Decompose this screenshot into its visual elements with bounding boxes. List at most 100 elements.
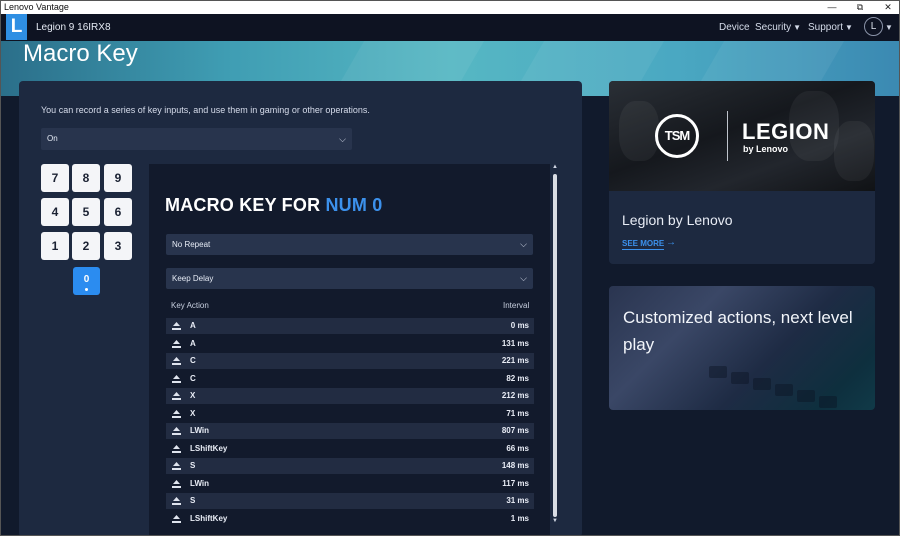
page-description: You can record a series of key inputs, a…	[41, 105, 370, 115]
key-action-name: A	[190, 321, 196, 330]
avatar[interactable]: L	[864, 17, 883, 36]
macro-action-row[interactable]: S 31 ms	[166, 493, 534, 509]
delay-dropdown[interactable]: Keep Delay ⌵	[166, 268, 533, 289]
keyboard-key-shape	[731, 372, 749, 384]
esports-team-image: TSM LEGION by Lenovo	[609, 81, 875, 191]
key-action-name: LShiftKey	[190, 513, 228, 523]
key-interval: 71 ms	[506, 408, 529, 418]
macro-action-row[interactable]: LWin 807 ms	[166, 423, 534, 439]
key-7[interactable]: 7	[41, 164, 69, 192]
close-button[interactable]: ✕	[875, 1, 899, 14]
key-9[interactable]: 9	[104, 164, 132, 192]
repeat-dropdown[interactable]: No Repeat ⌵	[166, 234, 533, 255]
macro-state-dropdown[interactable]: On ⌵	[41, 128, 352, 150]
chevron-down-icon: ⌵	[339, 134, 346, 144]
player-silhouette	[619, 101, 659, 161]
key-press-icon	[172, 479, 181, 488]
key-interval: 82 ms	[506, 373, 529, 383]
nav-security[interactable]: Security ▼	[755, 14, 801, 41]
key-press-icon	[172, 357, 181, 365]
macro-action-row[interactable]: S 148 ms	[166, 458, 534, 474]
key-interval: 1 ms	[510, 513, 529, 523]
keyboard-key-shape	[819, 396, 837, 408]
device-name: Legion 9 16IRX8	[36, 22, 111, 33]
delay-value: Keep Delay	[172, 274, 214, 283]
key-6[interactable]: 6	[104, 198, 132, 226]
key-3[interactable]: 3	[104, 232, 132, 260]
key-5[interactable]: 5	[72, 198, 100, 226]
logo-divider	[727, 111, 728, 161]
chevron-down-icon[interactable]: ▼	[885, 14, 893, 41]
key-action-name: LShiftKey	[190, 443, 228, 453]
macro-action-row[interactable]: LShiftKey 1 ms	[166, 511, 534, 527]
key-action-name: S	[190, 496, 196, 505]
key-2[interactable]: 2	[72, 232, 100, 260]
nav-support[interactable]: Support ▼	[808, 14, 853, 41]
key-action-name: A	[190, 338, 196, 348]
key-press-icon	[172, 392, 181, 400]
key-action-name: C	[190, 373, 196, 383]
key-1[interactable]: 1	[41, 232, 69, 260]
promo-title: Customized actions, next level play	[623, 308, 853, 354]
player-silhouette	[834, 121, 874, 181]
legion-promo-card[interactable]: TSM LEGION by Lenovo Legion by Lenovo SE…	[609, 81, 875, 264]
arrow-right-icon[interactable]: →	[666, 237, 676, 248]
macro-action-row[interactable]: A 0 ms	[166, 318, 534, 334]
macro-scrollbar[interactable]: ▲ ▼	[551, 164, 559, 527]
app-window: Lenovo Vantage — ⧉ ✕ Legion 9 16IRX8 Dev…	[0, 0, 900, 536]
key-press-icon	[172, 409, 181, 418]
see-more-link[interactable]: SEE MORE	[622, 239, 665, 250]
nav-support-label: Support	[808, 22, 844, 33]
tsm-logo: TSM	[655, 114, 699, 158]
macro-action-row[interactable]: X 212 ms	[166, 388, 534, 404]
page-title: Macro Key	[23, 40, 138, 67]
chevron-down-icon: ▼	[845, 23, 853, 32]
key-press-icon	[172, 374, 181, 383]
nav-device[interactable]: Device	[719, 14, 750, 41]
key-interval: 212 ms	[501, 391, 529, 400]
nav-security-label: Security	[755, 22, 792, 33]
scrollbar-thumb[interactable]	[553, 174, 557, 517]
scroll-down-icon[interactable]: ▼	[551, 518, 559, 524]
chevron-down-icon: ⌵	[520, 239, 527, 249]
key-interval: 66 ms	[506, 443, 529, 453]
by-lenovo-text: by Lenovo	[743, 144, 789, 154]
scroll-up-icon[interactable]: ▲	[551, 164, 559, 170]
promo-title: Legion by Lenovo	[622, 212, 733, 228]
minimize-button[interactable]: —	[819, 1, 845, 14]
macro-action-row[interactable]: LShiftKey 66 ms	[166, 441, 534, 457]
key-press-icon	[172, 339, 181, 348]
macro-action-row[interactable]: C 82 ms	[166, 371, 534, 387]
key-press-icon	[172, 462, 181, 470]
column-header-interval: Interval	[503, 301, 530, 310]
key-interval: 148 ms	[501, 461, 529, 470]
key-action-name: X	[190, 391, 196, 400]
nav-device-label: Device	[719, 22, 750, 33]
restore-button[interactable]: ⧉	[847, 1, 873, 14]
chevron-down-icon: ⌵	[520, 273, 527, 283]
macro-state-value: On	[47, 134, 58, 143]
key-press-icon	[172, 514, 181, 523]
macro-action-row[interactable]: C 221 ms	[166, 353, 534, 369]
legion-logo: LEGION	[742, 119, 830, 144]
key-interval: 117 ms	[502, 478, 529, 488]
window-titlebar: Lenovo Vantage	[1, 1, 899, 14]
selected-indicator-icon	[85, 288, 88, 291]
key-press-icon	[172, 322, 181, 330]
macro-action-row[interactable]: A 131 ms	[166, 336, 534, 352]
key-4[interactable]: 4	[41, 198, 69, 226]
customized-actions-card[interactable]: Customized actions, next level play	[609, 286, 875, 410]
app-header: Legion 9 16IRX8 Device Security ▼ Support…	[1, 14, 899, 41]
key-interval: 131 ms	[501, 338, 529, 348]
keyboard-key-shape	[709, 366, 727, 378]
key-action-name: LWin	[190, 478, 210, 488]
column-header-key-action: Key Action	[171, 301, 209, 310]
key-press-icon	[172, 497, 181, 505]
macro-action-row[interactable]: LWin 117 ms	[166, 476, 534, 492]
key-action-name: X	[190, 408, 196, 418]
key-8[interactable]: 8	[72, 164, 100, 192]
key-interval: 0 ms	[510, 321, 529, 330]
macro-action-row[interactable]: X 71 ms	[166, 406, 534, 422]
key-action-name: C	[190, 356, 196, 365]
lenovo-vantage-logo[interactable]: L	[6, 14, 27, 40]
